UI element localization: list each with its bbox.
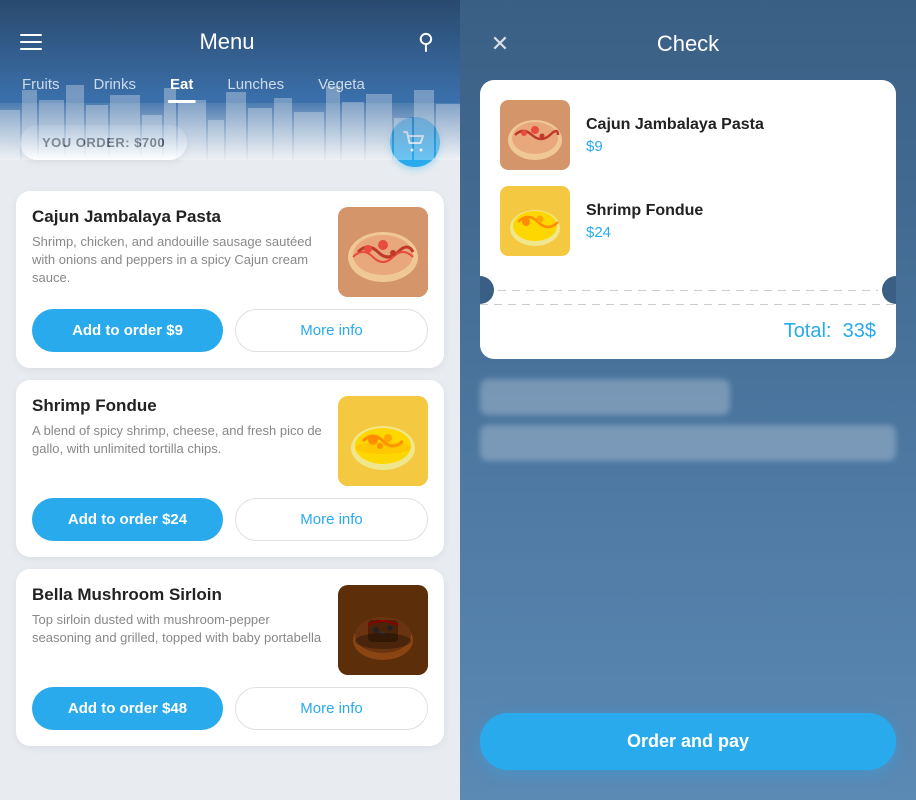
scallop-left xyxy=(480,276,494,304)
right-panel: ✕ Check Cajun Jambalaya Pasta $9 xyxy=(460,0,916,800)
cajun-desc: Shrimp, chicken, and andouille sausage s… xyxy=(32,233,326,288)
menu-card-shrimp: Shrimp Fondue A blend of spicy shrimp, c… xyxy=(16,380,444,557)
tab-vegeta[interactable]: Vegeta xyxy=(306,68,377,101)
shrimp-image xyxy=(338,396,428,486)
blurred-content xyxy=(480,379,896,461)
shrimp-more-button[interactable]: More info xyxy=(235,498,428,541)
sirloin-add-button[interactable]: Add to order $48 xyxy=(32,687,223,730)
total-text: Total: 33$ xyxy=(784,320,876,343)
receipt-shrimp-details: Shrimp Fondue $24 xyxy=(586,202,703,241)
tab-fruits[interactable]: Fruits xyxy=(10,68,72,101)
sirloin-name: Bella Mushroom Sirloin xyxy=(32,585,326,605)
order-pay-button[interactable]: Order and pay xyxy=(480,713,896,770)
cajun-image xyxy=(338,207,428,297)
shrimp-add-button[interactable]: Add to order $24 xyxy=(32,498,223,541)
receipt-item-cajun: Cajun Jambalaya Pasta $9 xyxy=(500,100,876,170)
sirloin-image xyxy=(338,585,428,675)
menu-card-sirloin: Bella Mushroom Sirloin Top sirloin duste… xyxy=(16,569,444,746)
scallop-right xyxy=(882,276,896,304)
pasta-food-image xyxy=(338,207,428,297)
tabs: Fruits Drinks Eat Lunches Vegeta xyxy=(0,68,460,101)
receipt-total-area: Total: 33$ xyxy=(480,304,896,359)
hamburger-icon[interactable] xyxy=(20,34,42,50)
blurred-bar-2 xyxy=(480,425,896,461)
scallop-dashes xyxy=(498,290,878,291)
menu-card-info: Cajun Jambalaya Pasta Shrimp, chicken, a… xyxy=(32,207,326,297)
search-icon[interactable]: ⚲ xyxy=(412,28,440,56)
receipt-cajun-image xyxy=(500,100,570,170)
menu-card-top-shrimp: Shrimp Fondue A blend of spicy shrimp, c… xyxy=(32,396,428,486)
receipt-shrimp-name: Shrimp Fondue xyxy=(586,202,703,220)
check-header: ✕ Check xyxy=(460,0,916,80)
receipt-cajun-name: Cajun Jambalaya Pasta xyxy=(586,116,764,134)
tab-lunches[interactable]: Lunches xyxy=(215,68,296,101)
receipt-cajun-price: $9 xyxy=(586,138,764,155)
left-panel: Menu ⚲ Fruits Drinks Eat Lunches Vegeta … xyxy=(0,0,460,800)
total-value: 33$ xyxy=(843,320,876,342)
receipt-cajun-details: Cajun Jambalaya Pasta $9 xyxy=(586,116,764,155)
shrimp-info: Shrimp Fondue A blend of spicy shrimp, c… xyxy=(32,396,326,486)
menu-card-cajun: Cajun Jambalaya Pasta Shrimp, chicken, a… xyxy=(16,191,444,368)
sirloin-more-button[interactable]: More info xyxy=(235,687,428,730)
cajun-name: Cajun Jambalaya Pasta xyxy=(32,207,326,227)
cajun-add-button[interactable]: Add to order $9 xyxy=(32,309,223,352)
shrimp-name: Shrimp Fondue xyxy=(32,396,326,416)
header: Menu ⚲ xyxy=(0,0,460,68)
blurred-bar-1 xyxy=(480,379,730,415)
tab-eat[interactable]: Eat xyxy=(158,68,205,101)
cajun-actions: Add to order $9 More info xyxy=(32,309,428,352)
close-button[interactable]: ✕ xyxy=(484,28,516,60)
sirloin-desc: Top sirloin dusted with mushroom-pepper … xyxy=(32,611,326,647)
cajun-more-button[interactable]: More info xyxy=(235,309,428,352)
receipt-card: Cajun Jambalaya Pasta $9 Shrimp Fondue $… xyxy=(480,80,896,276)
menu-list: Cajun Jambalaya Pasta Shrimp, chicken, a… xyxy=(0,181,460,800)
tab-drinks[interactable]: Drinks xyxy=(82,68,149,101)
shrimp-actions: Add to order $24 More info xyxy=(32,498,428,541)
fondue-food-image xyxy=(338,396,428,486)
receipt-shrimp-image xyxy=(500,186,570,256)
sirloin-actions: Add to order $48 More info xyxy=(32,687,428,730)
menu-card-top: Cajun Jambalaya Pasta Shrimp, chicken, a… xyxy=(32,207,428,297)
total-label: Total: xyxy=(784,320,832,342)
sirloin-food-image xyxy=(338,585,428,675)
menu-card-top-sirloin: Bella Mushroom Sirloin Top sirloin duste… xyxy=(32,585,428,675)
sirloin-info: Bella Mushroom Sirloin Top sirloin duste… xyxy=(32,585,326,675)
receipt-shrimp-price: $24 xyxy=(586,224,703,241)
header-title: Menu xyxy=(199,29,254,55)
shrimp-desc: A blend of spicy shrimp, cheese, and fre… xyxy=(32,422,326,458)
check-title: Check xyxy=(657,31,719,57)
receipt-divider xyxy=(480,276,896,304)
receipt-item-shrimp: Shrimp Fondue $24 xyxy=(500,186,876,256)
